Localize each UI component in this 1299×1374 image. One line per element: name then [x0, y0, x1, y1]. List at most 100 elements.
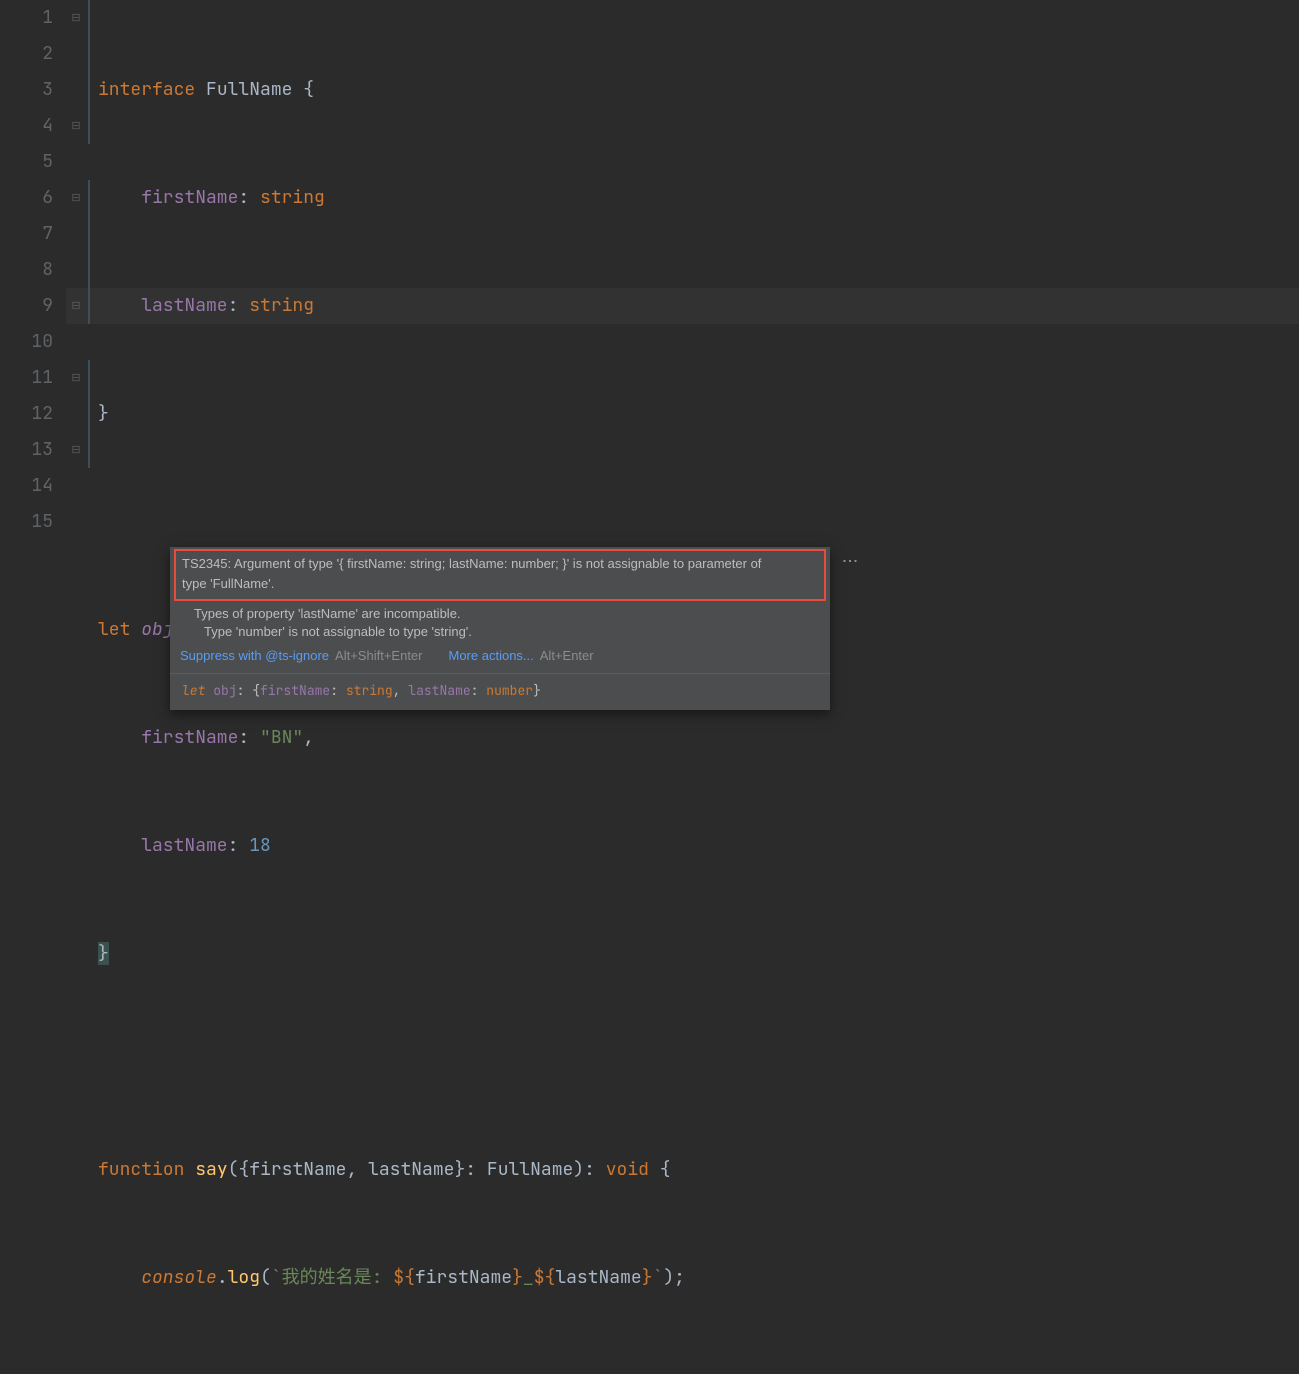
line-number[interactable]: 9	[0, 288, 53, 324]
error-detail: Type 'number' is not assignable to type …	[180, 623, 820, 641]
error-detail: Types of property 'lastName' are incompa…	[180, 605, 820, 623]
template-text: _	[523, 1266, 534, 1289]
code-line[interactable]: lastName: string	[98, 288, 685, 324]
template-expr: }	[642, 1266, 653, 1289]
hint-prop: lastName	[408, 682, 470, 699]
hint-punct: :	[471, 682, 487, 699]
line-number[interactable]: 13	[0, 432, 53, 468]
code-line[interactable]: }	[98, 936, 685, 972]
hint-keyword: let	[182, 682, 205, 699]
hint-type: string	[346, 682, 393, 699]
punct: :	[228, 834, 239, 857]
more-vert-icon[interactable]: ⋮	[840, 553, 858, 569]
brace: }	[454, 1158, 465, 1181]
line-number[interactable]: 3	[0, 72, 53, 108]
type-name: FullName	[206, 78, 292, 101]
more-actions-link[interactable]: More actions...	[449, 647, 534, 665]
type-name: FullName	[487, 1158, 573, 1181]
template-expr: ${	[534, 1266, 556, 1289]
fold-close-icon[interactable]: ⊟	[66, 432, 86, 468]
fold-open-icon[interactable]: ⊟	[66, 0, 86, 36]
code-line[interactable]: interface FullName {	[98, 72, 685, 108]
line-number[interactable]: 10	[0, 324, 53, 360]
error-message-line: type 'FullName'.	[182, 575, 818, 593]
punct: .	[217, 1266, 228, 1289]
brace: }	[98, 402, 109, 425]
line-number-gutter[interactable]: 1 2 3 4 5 6 7 8 9 10 11 12 13 14 15	[0, 0, 66, 687]
fold-close-icon[interactable]: ⊟	[66, 108, 86, 144]
backtick: `	[653, 1266, 664, 1289]
line-number[interactable]: 2	[0, 36, 53, 72]
code-line[interactable]: firstName: "BN",	[98, 720, 685, 756]
brace-matched: }	[98, 942, 109, 965]
punct: (	[260, 1266, 271, 1289]
property: firstName	[141, 186, 238, 209]
code-line[interactable]: function say({firstName, lastName}: Full…	[98, 1152, 685, 1188]
template-expr: }	[512, 1266, 523, 1289]
hint-punct: :	[330, 682, 346, 699]
method: log	[228, 1266, 260, 1289]
code-line[interactable]: lastName: 18	[98, 828, 685, 864]
function-name: say	[195, 1158, 227, 1181]
line-number[interactable]: 7	[0, 216, 53, 252]
fold-open-icon[interactable]: ⊟	[66, 180, 86, 216]
param: firstName	[249, 1158, 346, 1181]
brace: {	[238, 1158, 249, 1181]
code-line[interactable]: }	[98, 1368, 685, 1374]
type-keyword: void	[606, 1158, 649, 1181]
shortcut-hint: Alt+Shift+Enter	[335, 647, 422, 665]
punct: :	[584, 1158, 606, 1181]
hint-punct: ,	[393, 682, 409, 699]
punct: :	[465, 1158, 487, 1181]
builtin: console	[141, 1266, 217, 1289]
line-number[interactable]: 6	[0, 180, 53, 216]
property: lastName	[141, 834, 227, 857]
line-number[interactable]: 12	[0, 396, 53, 432]
punct: ,	[346, 1158, 368, 1181]
shortcut-hint: Alt+Enter	[540, 647, 594, 665]
keyword: function	[98, 1158, 184, 1181]
param: lastName	[368, 1158, 454, 1181]
fold-open-icon[interactable]: ⊟	[66, 360, 86, 396]
hint-var: obj	[213, 682, 236, 699]
keyword: interface	[98, 78, 195, 101]
template-expr: ${	[393, 1266, 415, 1289]
property: firstName	[141, 726, 238, 749]
punct: ,	[303, 726, 314, 749]
line-number[interactable]: 11	[0, 360, 53, 396]
line-number[interactable]: 5	[0, 144, 53, 180]
line-number[interactable]: 1	[0, 0, 53, 36]
code-line[interactable]	[98, 504, 685, 540]
identifier: firstName	[415, 1266, 512, 1289]
line-number[interactable]: 15	[0, 504, 53, 540]
line-number[interactable]: 14	[0, 468, 53, 504]
punct: :	[238, 186, 249, 209]
code-line[interactable]: firstName: string	[98, 180, 685, 216]
property: lastName	[141, 294, 227, 317]
line-number[interactable]: 4	[0, 108, 53, 144]
hint-punct: }	[533, 682, 541, 699]
number: 18	[249, 834, 271, 857]
punct: :	[238, 726, 249, 749]
punct: )	[573, 1158, 584, 1181]
punct: (	[228, 1158, 239, 1181]
suppress-link[interactable]: Suppress with @ts-ignore	[180, 647, 329, 665]
fold-close-icon[interactable]: ⊟	[66, 288, 86, 324]
code-line[interactable]	[98, 1044, 685, 1080]
variable: obj	[141, 618, 173, 641]
code-line[interactable]: console.log(`我的姓名是: ${firstName}_${lastN…	[98, 1260, 685, 1296]
fold-column[interactable]: ⊟ ⊟ ⊟ ⊟ ⊟ ⊟	[66, 0, 86, 687]
code-line[interactable]: }	[98, 396, 685, 432]
error-highlight-box: TS2345: Argument of type '{ firstName: s…	[174, 549, 826, 601]
brace: {	[303, 78, 314, 101]
punct: )	[663, 1266, 674, 1289]
keyword: let	[98, 618, 130, 641]
type-keyword: string	[260, 186, 325, 209]
tooltip-actions: Suppress with @ts-ignore Alt+Shift+Enter…	[180, 641, 820, 673]
error-message-line: TS2345: Argument of type '{ firstName: s…	[182, 555, 818, 573]
hint-prop: firstName	[260, 682, 330, 699]
line-number[interactable]: 8	[0, 252, 53, 288]
identifier: lastName	[555, 1266, 641, 1289]
brace: {	[649, 1158, 671, 1181]
type-keyword: string	[249, 294, 314, 317]
